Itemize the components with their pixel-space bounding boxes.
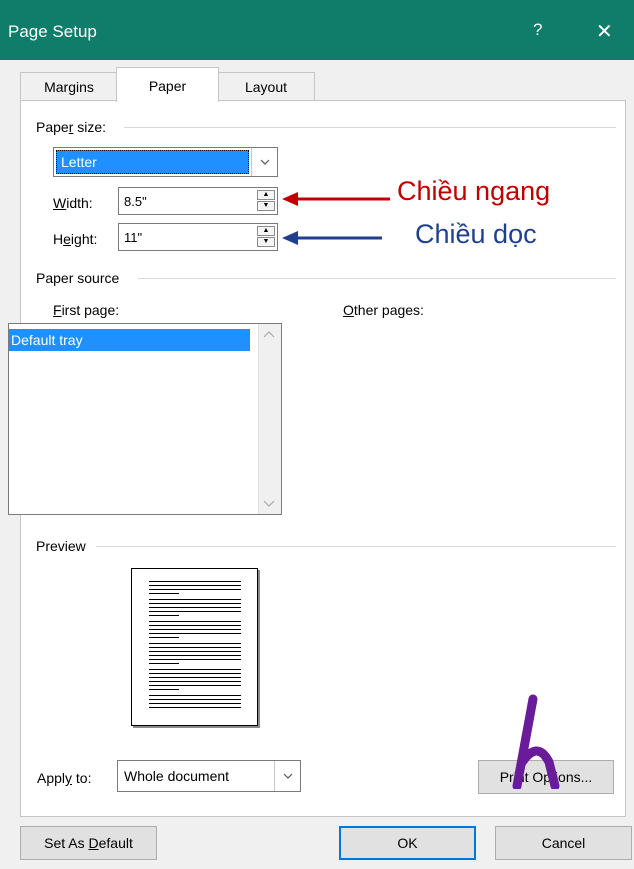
paper-size-selected-value: Letter	[56, 150, 249, 174]
title-bar: Page Setup ? ✕	[0, 0, 634, 60]
width-arrow-head	[282, 192, 298, 206]
paper-size-select[interactable]: Letter	[53, 147, 278, 177]
close-icon[interactable]: ✕	[596, 19, 613, 44]
chevron-down-icon	[263, 500, 275, 507]
paper-size-group-label: Paper size:	[36, 119, 107, 135]
page-preview	[131, 568, 258, 726]
paper-source-group-label: Paper source	[36, 270, 120, 286]
group-divider	[96, 546, 616, 547]
window-title: Page Setup	[8, 22, 97, 41]
cancel-button[interactable]: Cancel	[495, 826, 632, 860]
chevron-down-icon[interactable]	[274, 761, 300, 791]
width-value: 8.5"	[124, 194, 147, 209]
spin-down-icon[interactable]: ▼	[257, 237, 275, 247]
apply-to-label: Apply to:	[37, 770, 92, 786]
first-page-listbox[interactable]: Default tray	[8, 323, 282, 515]
width-spinner[interactable]: 8.5" ▲ ▼	[118, 187, 278, 215]
group-divider	[138, 278, 616, 279]
annotation-arrows	[282, 192, 390, 245]
height-annotation: Chiều dọc	[415, 219, 537, 249]
tab-margins[interactable]: Margins	[20, 72, 118, 101]
scrollbar[interactable]	[258, 324, 281, 514]
other-pages-label: Other pages:	[343, 302, 424, 318]
apply-to-select[interactable]: Whole document	[117, 760, 301, 792]
set-as-default-button[interactable]: Set As Default	[20, 826, 157, 860]
height-label: Height:	[53, 231, 98, 247]
height-arrow-head	[282, 231, 298, 245]
spin-up-icon[interactable]: ▲	[257, 190, 275, 200]
tab-layout[interactable]: Layout	[217, 72, 315, 101]
spin-down-icon[interactable]: ▼	[257, 201, 275, 211]
spin-up-icon[interactable]: ▲	[257, 226, 275, 236]
pen-mark	[512, 694, 560, 789]
apply-to-value: Whole document	[124, 768, 230, 784]
width-annotation: Chiều ngang	[397, 176, 551, 206]
ok-button[interactable]: OK	[339, 826, 476, 860]
height-spinner[interactable]: 11" ▲ ▼	[118, 223, 278, 251]
list-item[interactable]: Default tray	[9, 329, 250, 351]
group-divider	[124, 127, 616, 128]
chevron-up-icon	[263, 331, 275, 338]
chevron-down-icon[interactable]	[251, 148, 277, 176]
question-icon[interactable]: ?	[533, 20, 542, 40]
tab-paper[interactable]: Paper	[116, 67, 219, 102]
height-value: 11"	[124, 230, 143, 245]
first-page-label: First page:	[53, 302, 120, 318]
width-label: Width:	[53, 195, 93, 211]
preview-group-label: Preview	[36, 538, 86, 554]
